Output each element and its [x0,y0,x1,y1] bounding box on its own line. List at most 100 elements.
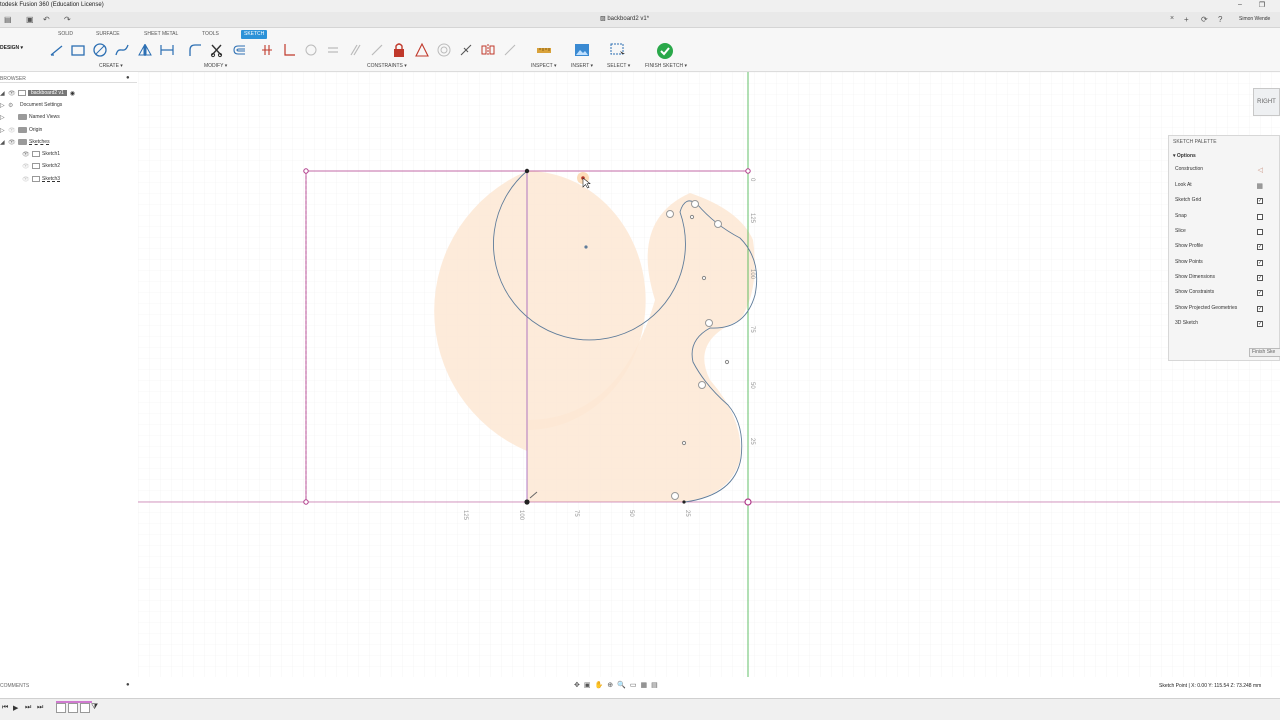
palette-option-construction[interactable]: Construction ◁ [1175,166,1275,176]
browser-header[interactable]: BROWSER ● [0,75,137,83]
symmetry-constraint-icon[interactable] [480,42,496,58]
visibility-eye-icon[interactable]: 👁 [8,139,18,146]
triangle-constraint-icon[interactable] [414,42,430,58]
sketch-point[interactable] [682,500,686,504]
browser-root-item[interactable]: ◢ 👁 backboard2 v1 ◉ [0,88,75,98]
play-icon[interactable]: ▶ [13,704,18,712]
palette-option-show-constraints[interactable]: Show Constraints ✓ [1175,289,1275,299]
select-menu[interactable]: SELECT ▾ [607,63,630,69]
checkbox[interactable]: ✓ [1257,260,1263,266]
expand-arrow-icon[interactable]: ▷ [0,114,8,121]
constraints-menu[interactable]: CONSTRAINTS ▾ [367,63,407,69]
tab-tools[interactable]: TOOLS [199,30,222,39]
concentric-constraint-icon[interactable] [436,42,452,58]
visibility-eye-icon[interactable]: 👁 [22,151,32,158]
sketch-point[interactable] [701,275,707,281]
options-section-header[interactable]: ▾ Options [1173,153,1196,159]
browser-pin-icon[interactable]: ● [126,75,130,81]
visibility-eye-icon[interactable]: 👁 [22,176,32,183]
expand-arrow-icon[interactable]: ▷ [0,127,8,134]
timeline-sketch-item[interactable] [80,703,90,713]
close-tab-icon[interactable]: × [1170,15,1174,22]
collinear-constraint-icon[interactable] [369,42,385,58]
collapse-arrow-icon[interactable]: ◢ [0,139,8,146]
visibility-eye-icon[interactable]: 👁 [8,90,18,97]
palette-option-snap[interactable]: Snap [1175,213,1275,223]
redo-icon[interactable]: ↷ [64,15,71,24]
timeline-marker-icon[interactable]: ⧩ [91,702,98,712]
equal-constraint-icon[interactable] [325,42,341,58]
perpendicular-constraint-icon[interactable] [281,42,297,58]
checkbox[interactable] [1257,214,1263,220]
palette-option-show-profile[interactable]: Show Profile ✓ [1175,243,1275,253]
sketch-point[interactable] [524,499,530,505]
browser-sketch-item[interactable]: 👁 Sketch2 [22,161,60,171]
browser-item-named-views[interactable]: ▷ Named Views [0,112,60,122]
look-at-icon[interactable]: ▦ [1256,182,1263,190]
viewports-icon[interactable]: ▤ [651,681,658,691]
grid-settings-icon[interactable]: ▦ [640,681,647,691]
comments-panel-header[interactable]: COMMENTS ● [0,682,137,691]
construction-icon[interactable]: ◁ [1258,166,1263,174]
sketch-point[interactable] [303,168,309,174]
new-tab-icon[interactable]: + [1184,15,1189,24]
pan-icon[interactable]: ✋ [595,681,604,691]
browser-sketch-item[interactable]: 👁 Sketch3 [22,174,60,184]
sketch-point[interactable] [745,168,751,174]
go-to-start-icon[interactable]: ⏮ [2,704,8,712]
design-workspace-button[interactable]: DESIGN ▾ [0,45,23,51]
maximize-icon[interactable]: ❐ [1256,1,1268,9]
sketch-viewport[interactable]: 125 100 75 50 25 0 125 100 75 50 25 [138,72,1280,677]
visibility-eye-icon[interactable]: 👁 [22,163,32,170]
viewcube[interactable]: RIGHT [1253,88,1280,116]
line-tool-icon[interactable] [49,42,65,58]
checkbox[interactable]: ✓ [1257,198,1263,204]
checkbox[interactable]: ✓ [1257,244,1263,250]
browser-item-document-settings[interactable]: ▷ ⚙ Document Settings [0,100,62,110]
help-icon[interactable]: ? [1218,15,1222,24]
sketch-point[interactable] [303,499,309,505]
undo-icon[interactable]: ↶ [43,15,50,24]
origin-point[interactable] [744,498,752,506]
palette-option-look-at[interactable]: Look At ▦ [1175,182,1275,192]
checkbox[interactable]: ✓ [1257,321,1263,327]
orbit-icon[interactable]: ✥ [574,681,580,691]
circle-tool-icon[interactable] [92,42,108,58]
palette-option-3d-sketch[interactable]: 3D Sketch ✓ [1175,320,1275,330]
measure-tool-icon[interactable] [536,42,552,58]
curvature-constraint-icon[interactable] [502,42,518,58]
expand-arrow-icon[interactable]: ▷ [0,102,8,109]
tangent-constraint-icon[interactable] [303,42,319,58]
browser-item-sketches[interactable]: ◢ 👁 Sketches [0,137,50,147]
fit-icon[interactable]: 🔍 [617,681,626,691]
sketch-point[interactable] [689,214,695,220]
tab-solid[interactable]: SOLID [55,30,76,39]
minimize-icon[interactable]: – [1234,1,1246,8]
dimension-tool-icon[interactable] [159,42,175,58]
checkbox[interactable] [1257,229,1263,235]
comments-pin-icon[interactable]: ● [126,682,130,688]
fix-constraint-icon[interactable] [391,42,407,58]
checkbox[interactable]: ✓ [1257,306,1263,312]
user-name[interactable]: Simon Wende [1239,16,1270,22]
coincident-constraint-icon[interactable] [259,42,275,58]
spline-tool-icon[interactable] [114,42,130,58]
collapse-arrow-icon[interactable]: ◢ [0,90,8,97]
trim-tool-icon[interactable] [209,42,225,58]
sketch-point[interactable] [681,440,687,446]
save-icon[interactable]: ▣ [26,15,34,24]
timeline-sketch-item[interactable] [68,703,78,713]
sketch-point[interactable] [524,168,530,174]
tab-sketch[interactable]: SKETCH [241,30,268,39]
create-menu[interactable]: CREATE ▾ [99,63,123,69]
insert-menu[interactable]: INSERT ▾ [571,63,593,69]
window-select-icon[interactable] [610,42,626,58]
rectangle-tool-icon[interactable] [70,42,86,58]
step-forward-icon[interactable]: ⏭ [25,704,31,712]
look-at-icon[interactable]: ▣ [584,681,591,691]
palette-option-show-points[interactable]: Show Points ✓ [1175,259,1275,269]
mirror-tool-icon[interactable] [137,42,153,58]
palette-option-sketch-grid[interactable]: Sketch Grid ✓ [1175,197,1275,207]
modify-menu[interactable]: MODIFY ▾ [204,63,227,69]
browser-sketch-item[interactable]: 👁 Sketch1 [22,149,60,159]
